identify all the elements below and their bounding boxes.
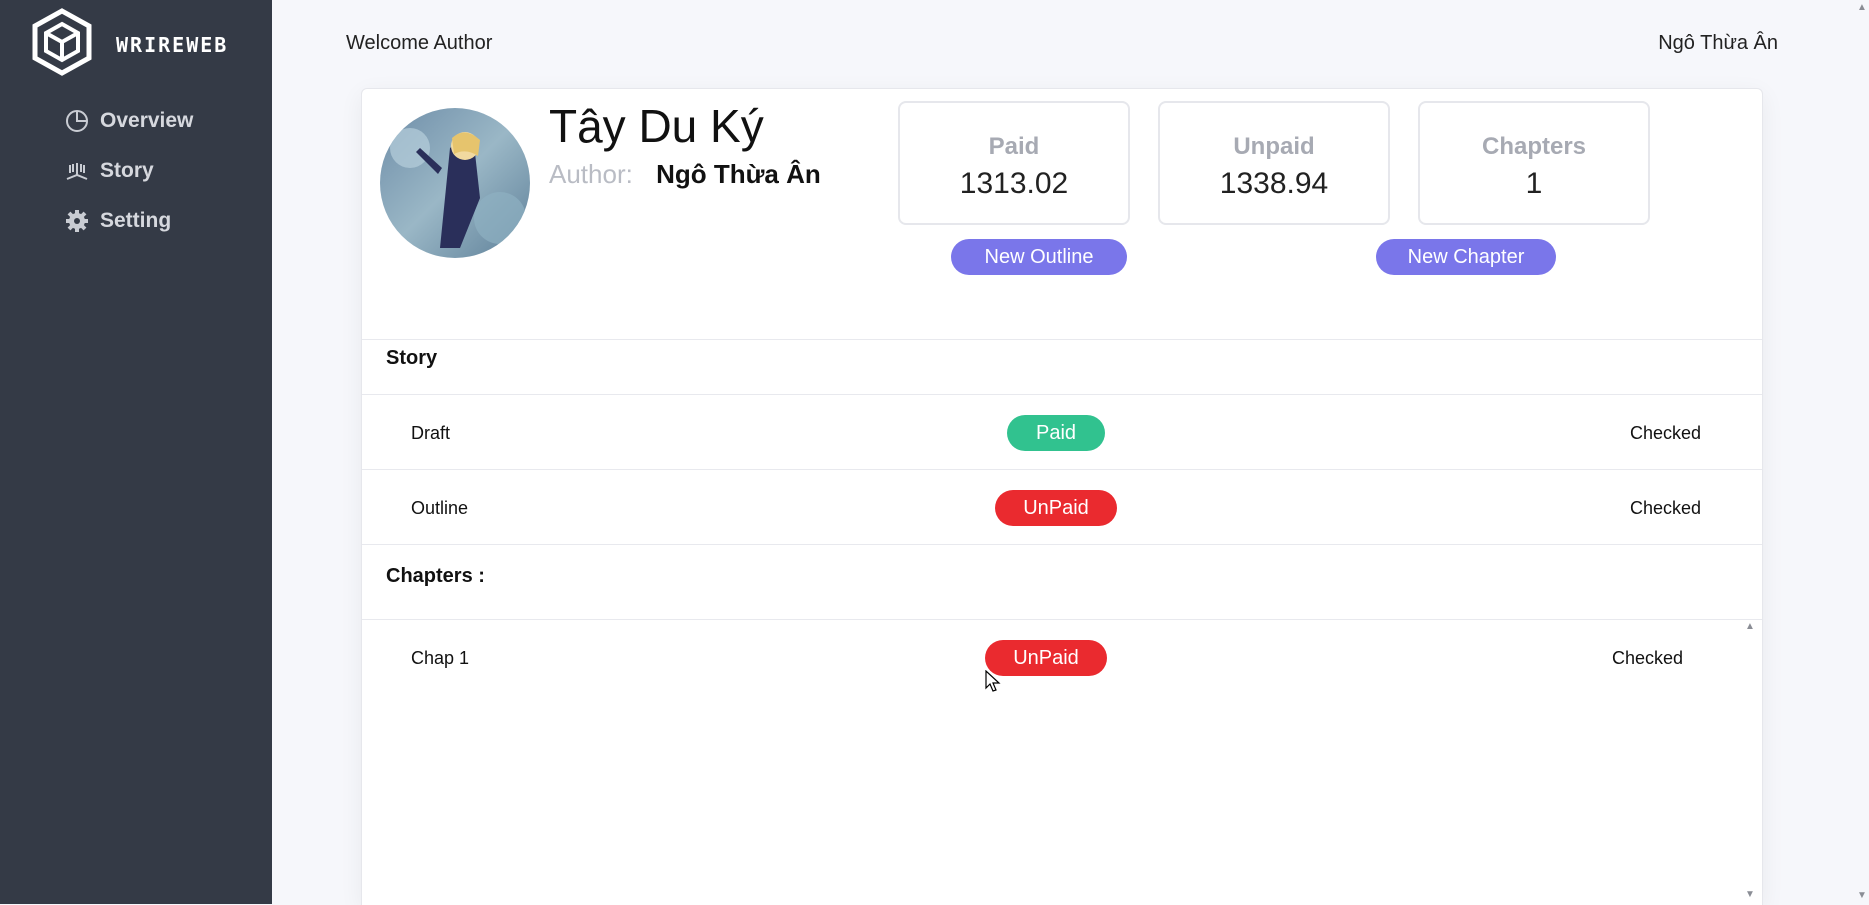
sidebar-item-setting[interactable]: Setting	[64, 196, 193, 246]
brand-name: WRIREWEB	[116, 32, 229, 57]
sidebar-item-story[interactable]: Story	[64, 146, 193, 196]
scroll-up-icon[interactable]: ▲	[1856, 2, 1868, 14]
divider	[362, 469, 1762, 470]
scroll-down-icon[interactable]: ▼	[1744, 889, 1756, 901]
check-status: Checked	[1612, 648, 1684, 668]
stat-value: 1	[1525, 167, 1543, 200]
sidebar: WRIREWEB Overview Story Setting	[0, 0, 272, 904]
stat-label: Unpaid	[1233, 133, 1315, 160]
stat-value: 1313.02	[959, 167, 1069, 200]
divider	[362, 619, 1762, 620]
sidebar-item-label: Setting	[100, 209, 172, 232]
page-scrollbar[interactable]: ▲ ▼	[1855, 0, 1869, 904]
check-status: Checked	[1630, 498, 1702, 518]
brand[interactable]: WRIREWEB	[30, 8, 228, 81]
status-badge: Paid	[1007, 415, 1105, 451]
story-cover-image	[380, 108, 530, 258]
divider	[362, 339, 1762, 340]
book-icon	[64, 158, 90, 184]
sidebar-item-label: Story	[100, 159, 154, 182]
stat-unpaid: Unpaid 1338.94	[1158, 101, 1390, 225]
scroll-down-icon[interactable]: ▼	[1856, 890, 1868, 902]
chapters-section-title: Chapters :	[386, 565, 485, 587]
status-badge: UnPaid	[995, 490, 1117, 526]
chapters-scrollbar[interactable]: ▲ ▼	[1744, 621, 1756, 901]
scroll-up-icon[interactable]: ▲	[1744, 621, 1756, 633]
author-line: Author: Ngô Thừa Ân	[549, 159, 821, 190]
row-label-outline: Outline	[411, 498, 469, 518]
pie-chart-icon	[64, 108, 90, 134]
sidebar-item-label: Overview	[100, 109, 194, 132]
stat-label: Paid	[988, 133, 1040, 160]
sidebar-item-overview[interactable]: Overview	[64, 96, 193, 146]
story-card: Tây Du Ký Author: Ngô Thừa Ân Paid 1313.…	[361, 88, 1763, 905]
row-label-draft: Draft	[411, 423, 451, 443]
divider	[362, 544, 1762, 545]
stat-paid: Paid 1313.02	[898, 101, 1130, 225]
new-outline-button[interactable]: New Outline	[951, 239, 1127, 275]
row-label-chapter: Chap 1	[411, 648, 470, 668]
stat-chapters: Chapters 1	[1418, 101, 1650, 225]
new-chapter-button[interactable]: New Chapter	[1376, 239, 1556, 275]
status-badge: UnPaid	[985, 640, 1107, 676]
check-status: Checked	[1630, 423, 1702, 443]
divider	[362, 394, 1762, 395]
story-title: Tây Du Ký	[549, 100, 764, 152]
sidebar-nav: Overview Story Setting	[64, 96, 193, 246]
logo-icon	[30, 8, 94, 81]
user-menu[interactable]: Ngô Thừa Ân	[1658, 32, 1778, 55]
gear-icon	[64, 208, 90, 234]
author-label: Author:	[549, 159, 633, 189]
mouse-cursor-icon	[985, 669, 1001, 699]
author-name: Ngô Thừa Ân	[656, 159, 821, 189]
stat-value: 1338.94	[1219, 167, 1329, 200]
welcome-text: Welcome Author	[346, 32, 493, 54]
stat-label: Chapters	[1481, 133, 1587, 160]
story-section-title: Story	[386, 347, 438, 369]
